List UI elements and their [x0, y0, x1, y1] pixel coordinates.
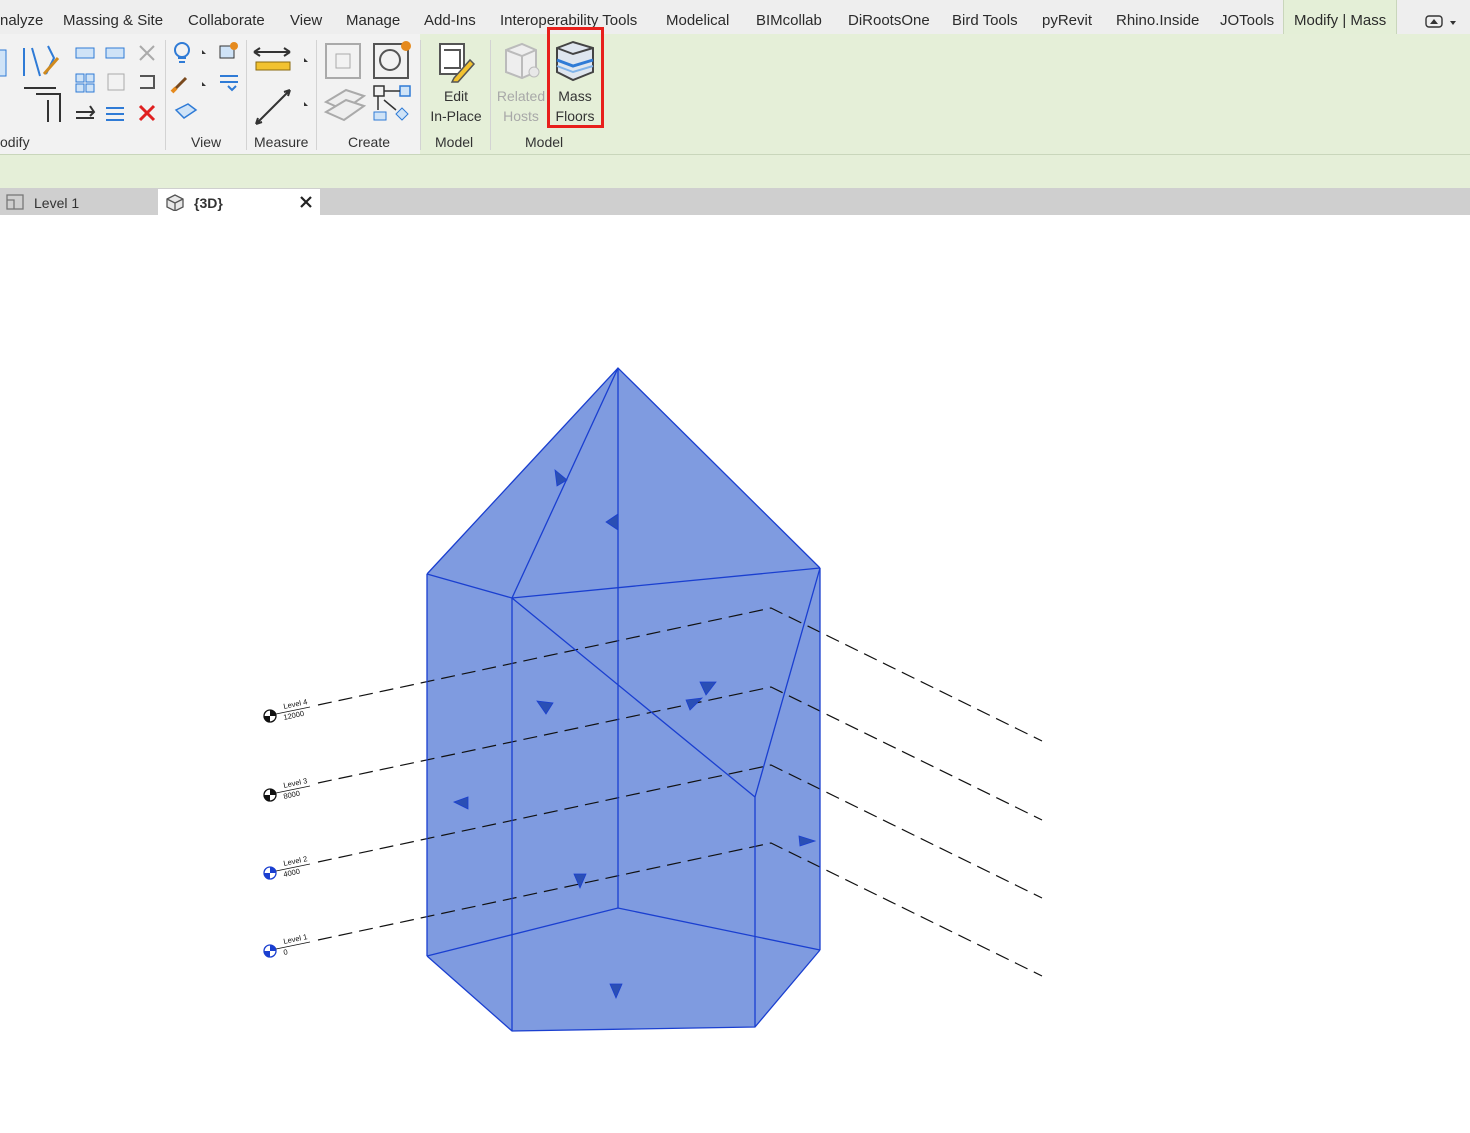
tab-level-1-label: Level 1 — [34, 195, 80, 211]
panel-label-measure: Measure — [254, 134, 309, 150]
tab-massing-site[interactable]: Massing & Site — [63, 0, 163, 34]
level-1-name: Level 1 — [283, 932, 309, 946]
tab-bimcollab[interactable]: BIMcollab — [756, 0, 822, 34]
panel-label-create: Create — [348, 134, 391, 150]
tab-level-1[interactable]: Level 1 — [0, 189, 158, 215]
related-hosts-icon[interactable] — [502, 42, 542, 84]
tab-modify-mass[interactable]: Modify | Mass — [1283, 0, 1398, 34]
level-4-name: Level 4 — [283, 697, 309, 711]
level-4-elevation: 12000 — [283, 709, 305, 722]
level-head-level-3[interactable]: Level 3 8000 — [263, 776, 311, 802]
tab-manage[interactable]: Manage — [346, 0, 400, 34]
in-place-label: In-Place — [430, 108, 482, 124]
tab-rhino-inside[interactable]: Rhino.Inside — [1116, 0, 1199, 34]
level-3-elevation: 8000 — [283, 789, 301, 801]
3d-view-canvas[interactable]: Level 4 12000 Level 3 8000 Level 2 4000 … — [0, 215, 1470, 1133]
panel-label-model-2: Model — [525, 134, 564, 150]
mass-floors-highlight — [547, 27, 604, 128]
close-icon[interactable] — [299, 195, 313, 209]
tab-dirootsone[interactable]: DiRootsOne — [848, 0, 930, 34]
create-tools-icons[interactable] — [320, 40, 416, 130]
tab-analyze[interactable]: nalyze — [0, 0, 43, 34]
edit-label: Edit — [443, 88, 469, 104]
ribbon-toggle-icon[interactable] — [1424, 12, 1460, 32]
modify-tools-icons[interactable] — [0, 40, 165, 130]
level-head-level-1[interactable]: Level 1 0 — [263, 932, 311, 958]
options-bar — [0, 154, 1470, 189]
level-2-name: Level 2 — [283, 854, 309, 868]
mass-element[interactable] — [427, 368, 820, 1031]
level-3-name: Level 3 — [283, 776, 309, 790]
tab-add-ins[interactable]: Add-Ins — [424, 0, 476, 34]
panel-label-view: View — [191, 134, 222, 150]
edit-in-place-icon[interactable] — [436, 42, 476, 84]
panel-label-model-1: Model — [435, 134, 474, 150]
tab-3d-label: {3D} — [194, 195, 223, 211]
related-label: Related — [496, 88, 546, 104]
floor-plan-icon — [6, 194, 24, 210]
hosts-label: Hosts — [503, 108, 539, 124]
level-head-level-2[interactable]: Level 2 4000 — [263, 854, 311, 880]
level-head-level-4[interactable]: Level 4 12000 — [263, 697, 311, 723]
tab-3d-view[interactable]: {3D} — [158, 189, 320, 215]
tab-modelical[interactable]: Modelical — [666, 0, 729, 34]
edit-in-place-button[interactable]: Edit In-Place — [425, 86, 487, 126]
3d-view-icon — [166, 194, 184, 211]
tab-jotools[interactable]: JOTools — [1220, 0, 1274, 34]
level-2-elevation: 4000 — [283, 867, 301, 879]
measure-tools-icons[interactable] — [250, 40, 316, 130]
related-hosts-button[interactable]: Related Hosts — [492, 86, 550, 126]
tab-collaborate[interactable]: Collaborate — [188, 0, 265, 34]
tab-pyrevit[interactable]: pyRevit — [1042, 0, 1092, 34]
tab-view[interactable]: View — [290, 0, 322, 34]
view-tools-icons[interactable] — [168, 40, 244, 130]
panel-label-modify: odify — [0, 134, 30, 150]
level-1-elevation: 0 — [283, 947, 289, 957]
tab-bird-tools[interactable]: Bird Tools — [952, 0, 1018, 34]
